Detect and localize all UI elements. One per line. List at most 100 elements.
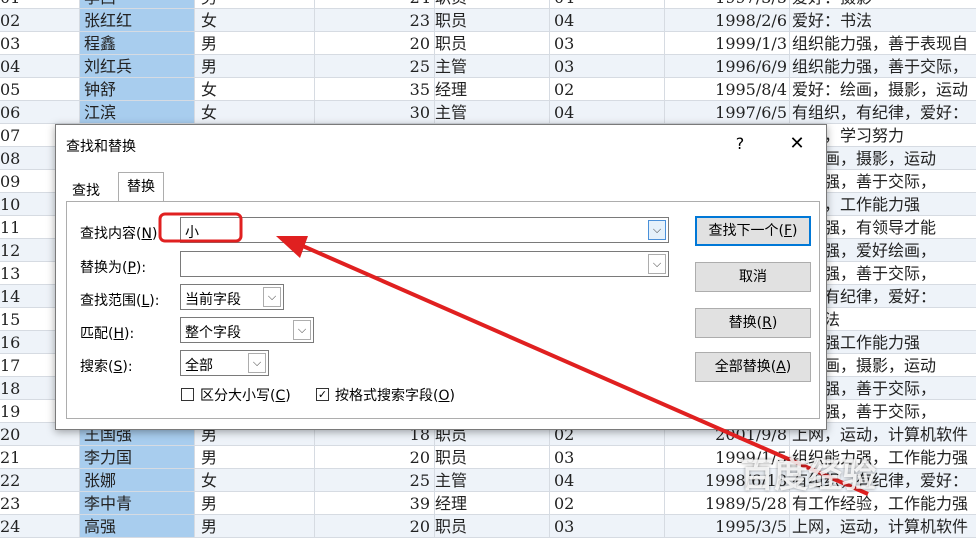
table-cell-dept[interactable]: 03 <box>550 55 665 78</box>
replace-all-button[interactable]: 全部替换(A) <box>695 352 811 382</box>
chevron-down-icon[interactable]: ⌵ <box>293 320 311 340</box>
table-cell-id[interactable]: 24 <box>0 515 80 538</box>
tab-replace[interactable]: 替换 <box>118 172 164 204</box>
table-cell-id[interactable]: 21 <box>0 446 80 469</box>
find-what-input[interactable]: 小 ⌵ <box>180 217 669 243</box>
table-row[interactable]: 03 程鑫男 20 职员 03 1999/1/3 组织能力强，善于表现自 <box>0 32 976 55</box>
table-cell-age[interactable]: 20 <box>315 446 435 469</box>
table-cell-id[interactable]: 23 <box>0 492 80 515</box>
tab-find[interactable]: 查找 <box>66 179 106 203</box>
table-cell-id[interactable]: 06 <box>0 101 80 124</box>
chevron-down-icon[interactable]: ⌵ <box>648 220 666 240</box>
table-cell-id[interactable]: 04 <box>0 55 80 78</box>
search-direction-value: 全部 <box>185 358 213 374</box>
search-format-label: 按格式搜索字段(O) <box>335 388 455 404</box>
table-cell-dept[interactable]: 03 <box>550 446 665 469</box>
table-cell-date[interactable]: 1998/2/6 <box>665 9 790 32</box>
match-value: 整个字段 <box>185 325 241 341</box>
table-cell-job[interactable]: 经理 <box>435 78 550 101</box>
table-cell-sex[interactable]: 男 <box>195 32 315 55</box>
table-cell-hobby[interactable]: 有组织，有纪律，爱好： <box>790 101 976 124</box>
table-row[interactable]: 24 高强男 20 职员 03 1995/3/5 上网，运动，计算机软件 <box>0 515 976 538</box>
search-direction-select[interactable]: 全部 ⌵ <box>180 350 269 376</box>
table-cell-job[interactable]: 职员 <box>435 515 550 538</box>
table-cell-age[interactable]: 35 <box>315 78 435 101</box>
table-cell-dept[interactable]: 04 <box>550 101 665 124</box>
match-case-checkbox[interactable] <box>181 388 194 401</box>
table-cell-age[interactable]: 30 <box>315 101 435 124</box>
dialog-title: 查找和替换 <box>66 139 136 155</box>
table-cell-age[interactable]: 23 <box>315 9 435 32</box>
table-cell-dept[interactable]: 03 <box>550 515 665 538</box>
find-next-button[interactable]: 查找下一个(F) <box>695 216 811 246</box>
chevron-down-icon[interactable]: ⌵ <box>248 353 266 373</box>
table-cell-name[interactable]: 李中青 <box>80 492 195 515</box>
help-button[interactable]: ? <box>726 131 754 157</box>
table-cell-job[interactable]: 职员 <box>435 9 550 32</box>
table-cell-job[interactable]: 主管 <box>435 469 550 492</box>
table-cell-dept[interactable]: 02 <box>550 492 665 515</box>
table-cell-name[interactable]: 高强 <box>80 515 195 538</box>
table-cell-sex[interactable]: 女 <box>195 101 315 124</box>
cancel-button[interactable]: 取消 <box>695 262 811 292</box>
table-cell-age[interactable]: 20 <box>315 515 435 538</box>
table-cell-age[interactable]: 20 <box>315 32 435 55</box>
table-cell-date[interactable]: 1995/3/5 <box>665 515 790 538</box>
table-cell-name[interactable]: 刘红兵 <box>80 55 195 78</box>
table-cell-sex[interactable]: 男 <box>195 446 315 469</box>
table-cell-hobby[interactable]: 组织能力强，善于交际， <box>790 55 976 78</box>
table-cell-sex[interactable]: 女 <box>195 78 315 101</box>
table-cell-hobby[interactable]: 爱好：绘画，摄影，运动 <box>790 78 976 101</box>
table-cell-age[interactable]: 39 <box>315 492 435 515</box>
table-cell-age[interactable]: 25 <box>315 55 435 78</box>
table-cell-sex[interactable]: 男 <box>195 55 315 78</box>
table-cell-job[interactable]: 经理 <box>435 492 550 515</box>
table-cell-dept[interactable]: 02 <box>550 78 665 101</box>
table-cell-dept[interactable]: 04 <box>550 469 665 492</box>
chevron-down-icon[interactable]: ⌵ <box>648 254 666 274</box>
table-cell-name[interactable]: 江滨 <box>80 101 195 124</box>
table-row[interactable]: 06 江滨女 30 主管 04 1997/6/5 有组织，有纪律，爱好： <box>0 101 976 124</box>
search-format-checkbox[interactable]: ✓ <box>316 388 329 401</box>
replace-panel: 查找内容(N): 小 ⌵ 替换为(P): ⌵ 查找范围(L): 当前字段 ⌵ 匹… <box>66 201 820 419</box>
table-row[interactable]: 04 刘红兵男 25 主管 03 1996/6/9 组织能力强，善于交际， <box>0 55 976 78</box>
look-in-label: 查找范围(L): <box>80 293 160 309</box>
replace-button[interactable]: 替换(R) <box>695 308 811 338</box>
table-cell-sex[interactable]: 男 <box>195 515 315 538</box>
table-row[interactable]: 05 钟舒女 35 经理 02 1995/8/4 爱好：绘画，摄影，运动 <box>0 78 976 101</box>
table-cell-id[interactable]: 05 <box>0 78 80 101</box>
table-cell-hobby[interactable]: 爱好：书法 <box>790 9 976 32</box>
table-cell-hobby[interactable]: 上网，运动，计算机软件 <box>790 515 976 538</box>
match-select[interactable]: 整个字段 ⌵ <box>180 317 314 343</box>
chevron-down-icon[interactable]: ⌵ <box>263 287 281 307</box>
table-cell-hobby[interactable]: 组织能力强，善于表现自 <box>790 32 976 55</box>
match-case-label: 区分大小写(C) <box>200 388 291 404</box>
table-row[interactable]: 02 张红红女 23 职员 04 1998/2/6 爱好：书法 <box>0 9 976 32</box>
table-cell-date[interactable]: 1996/6/9 <box>665 55 790 78</box>
table-cell-date[interactable]: 1995/8/4 <box>665 78 790 101</box>
table-cell-sex[interactable]: 男 <box>195 492 315 515</box>
close-button[interactable]: ✕ <box>780 131 814 157</box>
table-cell-job[interactable]: 职员 <box>435 32 550 55</box>
table-cell-job[interactable]: 主管 <box>435 55 550 78</box>
table-cell-job[interactable]: 职员 <box>435 446 550 469</box>
table-cell-dept[interactable]: 03 <box>550 32 665 55</box>
table-cell-name[interactable]: 钟舒 <box>80 78 195 101</box>
table-cell-id[interactable]: 03 <box>0 32 80 55</box>
replace-with-input[interactable]: ⌵ <box>180 251 669 277</box>
table-cell-name[interactable]: 程鑫 <box>80 32 195 55</box>
look-in-select[interactable]: 当前字段 ⌵ <box>180 284 284 310</box>
table-cell-sex[interactable]: 女 <box>195 9 315 32</box>
table-cell-sex[interactable]: 女 <box>195 469 315 492</box>
table-cell-id[interactable]: 02 <box>0 9 80 32</box>
table-cell-name[interactable]: 张红红 <box>80 9 195 32</box>
table-cell-name[interactable]: 李力国 <box>80 446 195 469</box>
table-cell-age[interactable]: 25 <box>315 469 435 492</box>
watermark: 百度经验 <box>740 456 876 496</box>
table-cell-date[interactable]: 1999/1/3 <box>665 32 790 55</box>
table-cell-date[interactable]: 1997/6/5 <box>665 101 790 124</box>
table-cell-job[interactable]: 主管 <box>435 101 550 124</box>
table-cell-id[interactable]: 22 <box>0 469 80 492</box>
table-cell-name[interactable]: 张娜 <box>80 469 195 492</box>
table-cell-dept[interactable]: 04 <box>550 9 665 32</box>
